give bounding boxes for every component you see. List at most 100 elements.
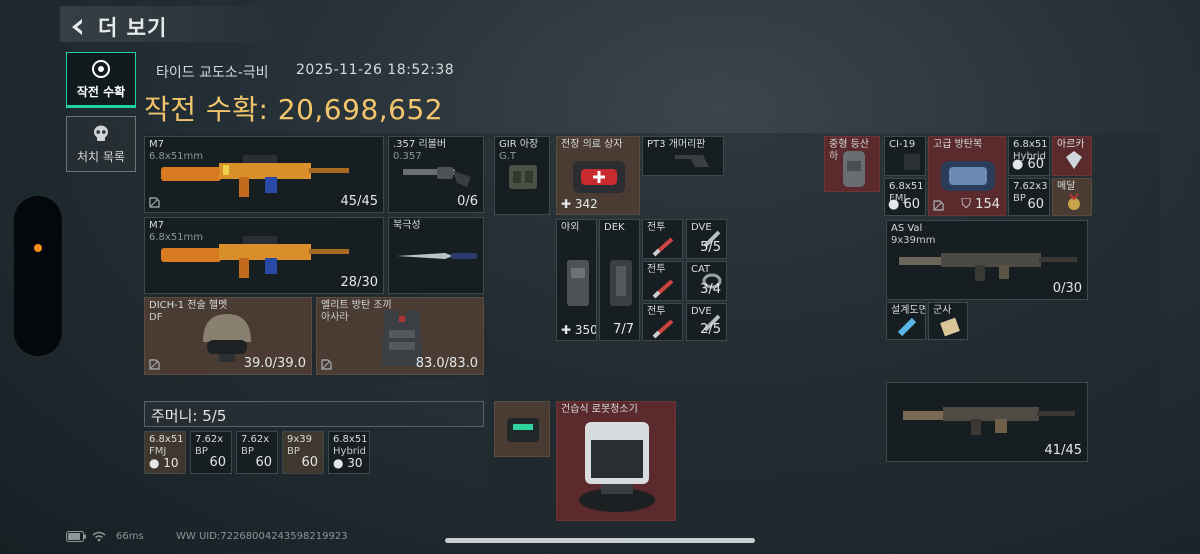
insured-icon [149, 359, 160, 370]
asval-slot[interactable]: AS Val 9x39mm 0/30 [886, 220, 1088, 300]
robot-vacuum-slot[interactable]: 건습식 로봇청소기 [556, 401, 676, 521]
medkit-slot[interactable]: 전장 의료 상자 ✚ 342 [556, 136, 640, 215]
medkit-count: ✚ 342 [561, 197, 598, 211]
ci19-slot[interactable]: CI-19 [884, 136, 926, 176]
armor-box-slot[interactable]: 고급 방탄복 ⛉ 154 [928, 136, 1006, 216]
gadget-icon [904, 154, 920, 170]
tourniquet-count: 3/4 [700, 282, 721, 297]
chest-rig-icon [509, 165, 537, 189]
blueprint-icon [897, 317, 917, 337]
user-uid: WW UID:72268004243598219923 [176, 531, 348, 542]
medkit-name: 전장 의료 상자 [561, 139, 623, 150]
ammo-count: 45/45 [340, 194, 378, 209]
syringe-icon [652, 237, 674, 257]
chest-rig-slot[interactable]: GIR 아장 G.T [494, 136, 550, 215]
stim-slot[interactable]: 전투 [642, 261, 683, 301]
medal-icon [1068, 193, 1080, 210]
ammo-name: 7.62x3 [1013, 181, 1048, 192]
home-indicator[interactable] [445, 538, 755, 543]
ammo-count-value: 60 [903, 197, 920, 212]
back-arrow-icon [72, 19, 82, 35]
pocket-ammo-slot[interactable]: 7.62x BP 60 [236, 431, 278, 474]
side-menu-handle[interactable] [14, 196, 62, 356]
ammo-slot[interactable]: 6.8x51 Hybrid ● 60 [1008, 136, 1050, 176]
battery-icon [66, 531, 86, 542]
medal-slot[interactable]: 메달 [1052, 178, 1092, 216]
pocket-ammo-slot[interactable]: 6.8x51 Hybrid ● 30 [328, 431, 370, 474]
ci19-name: CI-19 [889, 139, 916, 150]
stim-name: 전투 [647, 222, 666, 233]
field-kit-name: 야외 [561, 222, 580, 233]
stim-name: 전투 [647, 264, 666, 275]
primary-weapon-slot[interactable]: M7 6.8x51mm 45/45 [144, 136, 384, 213]
pocket-ammo-slot[interactable]: 7.62x BP 60 [190, 431, 232, 474]
military-item-slot[interactable]: 군사 [928, 302, 968, 340]
field-kit-slot[interactable]: 야외 ✚ 350 [556, 219, 597, 341]
insured-icon [149, 197, 160, 208]
ammo-count: 28/30 [340, 275, 378, 290]
stim-slot[interactable]: 전투 [642, 303, 683, 341]
tab-label: 처치 목록 [77, 149, 125, 164]
medkit-icon [573, 161, 625, 193]
rifle-icon [899, 253, 1077, 281]
container-slot[interactable] [494, 401, 550, 457]
raid-harvest-total: 작전 수확: 20,698,652 [144, 88, 443, 128]
sidearm-name: .357 리볼버 [393, 139, 447, 150]
ammo-count: 0/30 [1052, 281, 1082, 296]
rifle-icon [161, 155, 349, 197]
backpack-slot[interactable]: 중형 등산 하 [824, 136, 880, 192]
document-icon [940, 317, 960, 337]
blueprint-name: 설계도면 [891, 305, 926, 316]
ammo-count-value: 10 [163, 456, 179, 470]
pocket-ammo-slot[interactable]: 6.8x51 FMJ ● 10 [144, 431, 186, 474]
field-kit-icon [567, 260, 589, 306]
medkit-count-value: 342 [574, 197, 598, 211]
field-kit-count: ✚ 350 [561, 323, 597, 337]
ammo-name: 6.8x51 [149, 434, 184, 445]
ammo-name: 6.8x51 [1013, 139, 1048, 150]
diamond-slot[interactable]: 아르카 [1052, 136, 1092, 176]
raid-location: 타이드 교도소-극비 [156, 65, 269, 81]
ammo-name: 7.62x [241, 434, 270, 445]
pocket-ammo-slot[interactable]: 9x39 BP 60 [282, 431, 324, 474]
ammo-name: 6.8x51 [889, 181, 924, 192]
ammo-count: ● 60 [1011, 157, 1044, 172]
injector-count: 5/5 [700, 240, 721, 255]
melee-slot[interactable]: 북극성 [388, 217, 484, 294]
ammo-count: 60 [301, 455, 318, 470]
ammo-slot[interactable]: 6.8x51 FMJ ● 60 [884, 178, 926, 216]
sidearm-slot[interactable]: .357 리볼버 0.357 0/6 [388, 136, 484, 213]
rifle-icon [161, 236, 349, 278]
injector-slot[interactable]: DVE 5/5 [686, 219, 727, 259]
melee-name: 북극성 [393, 220, 421, 231]
injector-slot[interactable]: DVE 2/5 [686, 303, 727, 341]
harvest-label: 작전 수확: [144, 93, 269, 126]
stock-slot[interactable]: PT3 개머리판 [642, 136, 724, 176]
revolver-icon [403, 167, 471, 187]
dek-name: DEK [604, 222, 625, 233]
secondary-weapon-slot[interactable]: M7 6.8x51mm 28/30 [144, 217, 384, 294]
skull-icon [94, 125, 108, 141]
blueprint-slot[interactable]: 설계도면 [886, 302, 926, 340]
insured-icon [933, 200, 944, 211]
insured-icon [321, 359, 332, 370]
helmet-slot[interactable]: DICH-1 전술 헬멧 DF 39.0/39.0 [144, 297, 312, 375]
ammo-count: 60 [209, 455, 226, 470]
back-button[interactable]: 더 보기 [66, 12, 167, 42]
tab-raid-harvest[interactable]: 작전 수확 [66, 52, 136, 108]
ammo-count: 60 [1027, 197, 1044, 212]
tab-kill-list[interactable]: 처치 목록 [66, 116, 136, 172]
stock-name: PT3 개머리판 [647, 139, 706, 150]
dek-slot[interactable]: DEK 7/7 [599, 219, 640, 341]
ammo-count: ● 30 [333, 456, 363, 470]
vacuum-name: 건습식 로봇청소기 [561, 404, 638, 415]
ammo-slot[interactable]: 7.62x3 BP 60 [1008, 178, 1050, 216]
body-armor-slot[interactable]: 엘리트 방탄 조끼 아사라 83.0/83.0 [316, 297, 484, 375]
helmet-sub: DF [149, 312, 163, 323]
rifle-slot[interactable]: 41/45 [886, 382, 1088, 462]
stim-slot[interactable]: 전투 [642, 219, 683, 259]
tourniquet-slot[interactable]: CAT 3/4 [686, 261, 727, 301]
sidearm-caliber: 0.357 [393, 151, 422, 162]
ammo-count: 0/6 [457, 194, 478, 209]
durability: 39.0/39.0 [243, 356, 306, 371]
